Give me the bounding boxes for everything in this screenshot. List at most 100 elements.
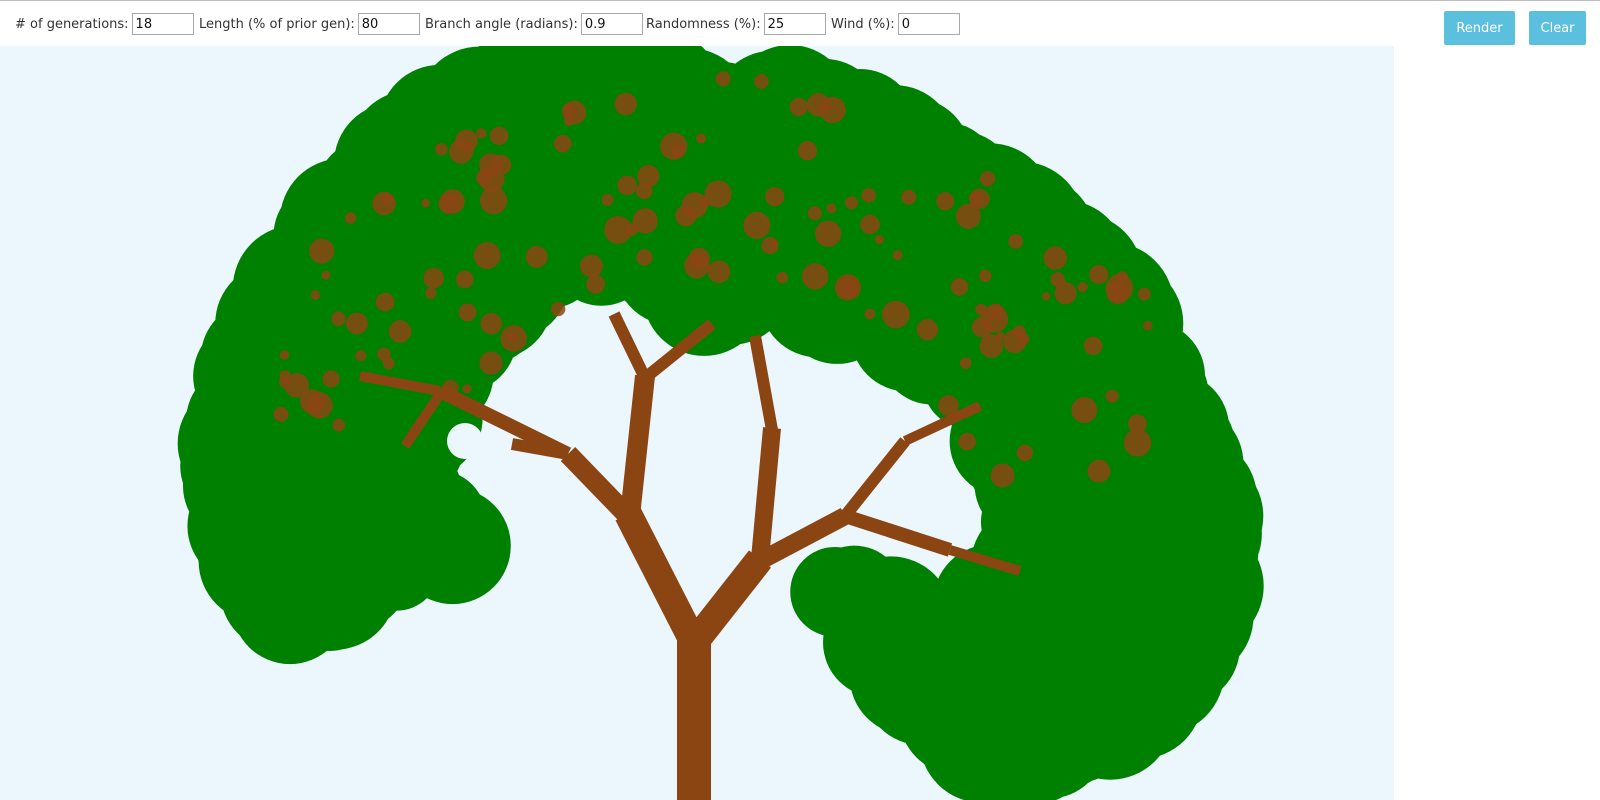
branch-twig <box>743 211 771 240</box>
branch-twig <box>525 245 548 268</box>
branch-twig <box>1012 325 1026 339</box>
wind-label: Wind (%): <box>831 16 895 32</box>
branch-twig <box>844 196 858 210</box>
branch-twig <box>479 153 502 177</box>
branch-twig <box>765 186 785 207</box>
branch-twig <box>321 270 331 280</box>
length-label: Length (% of prior gen): <box>199 16 355 32</box>
randomness-label: Randomness (%): <box>646 16 761 32</box>
branch-twig <box>332 418 346 432</box>
controls-toolbar: # of generations: Length (% of prior gen… <box>0 0 1600 46</box>
branch-twig <box>861 188 876 203</box>
branch-twig <box>425 287 437 299</box>
branch-twig <box>864 308 876 320</box>
branch-twig <box>1008 234 1023 249</box>
branch-twig <box>273 406 289 422</box>
branch-twig <box>421 198 431 208</box>
branch-twig <box>1143 320 1153 331</box>
wind-input[interactable] <box>897 13 960 35</box>
sky-gap <box>447 423 483 459</box>
branch-twig <box>322 370 340 388</box>
clear-button[interactable]: Clear <box>1529 11 1586 45</box>
branch-twig <box>377 347 391 361</box>
branch-twig <box>901 189 917 205</box>
branch-twig <box>826 203 837 214</box>
branch-twig <box>625 223 639 236</box>
branch-twig <box>1071 397 1098 424</box>
angle-input[interactable] <box>580 13 643 35</box>
branch-twig <box>801 263 829 290</box>
branch-twig <box>614 92 638 116</box>
branch-twig <box>1137 287 1151 301</box>
branch-twig <box>601 194 614 206</box>
branch-twig <box>309 238 335 264</box>
generations-input[interactable] <box>131 13 194 35</box>
length-control: Length (% of prior gen): <box>199 11 420 37</box>
branch-twig <box>458 303 477 322</box>
branch-twig <box>936 192 955 211</box>
branch-twig <box>761 237 779 255</box>
wind-control: Wind (%): <box>831 11 960 37</box>
branch-twig <box>688 247 711 270</box>
angle-label: Branch angle (radians): <box>425 16 578 32</box>
branch-twig <box>874 235 884 245</box>
branch-twig <box>1050 272 1066 287</box>
branch-twig <box>789 97 808 117</box>
tree-canvas[interactable] <box>0 46 1394 800</box>
fractal-tree <box>0 46 1394 800</box>
branch-twig <box>617 175 638 196</box>
branch-twig <box>375 292 395 312</box>
branch-twig <box>1087 459 1111 483</box>
branch-twig <box>480 312 502 335</box>
branch-twig <box>797 140 818 161</box>
branch-twig <box>455 129 478 153</box>
branch-twig <box>462 384 472 394</box>
randomness-input[interactable] <box>763 13 826 35</box>
foliage-cluster <box>1115 491 1225 601</box>
branch-twig <box>814 220 842 247</box>
branch-twig <box>310 290 321 300</box>
branch-twig <box>1123 429 1152 457</box>
branch-twig <box>346 312 368 335</box>
branch-twig <box>440 189 465 214</box>
branch-twig <box>500 325 527 352</box>
foliage-cluster <box>325 546 405 626</box>
branch-twig <box>754 74 769 89</box>
branch-twig <box>434 142 448 156</box>
sky-gap <box>598 367 626 395</box>
branch-twig <box>381 193 394 206</box>
branch-twig <box>1089 264 1109 285</box>
generations-label: # of generations: <box>15 16 129 32</box>
branch-twig <box>959 357 972 370</box>
branch-twig <box>696 133 707 144</box>
branch-twig <box>331 311 346 327</box>
generations-control: # of generations: <box>15 11 194 37</box>
branch-twig <box>479 351 503 375</box>
branch-twig <box>279 370 291 382</box>
branch-twig <box>892 250 903 261</box>
branch-twig <box>562 103 576 117</box>
branch-twig <box>1083 336 1103 356</box>
branch-twig <box>476 128 487 139</box>
branch-twig <box>958 432 976 451</box>
branch-twig <box>1105 274 1134 302</box>
branch-twig <box>1016 444 1034 462</box>
branch-twig <box>807 206 822 221</box>
foliage-cluster <box>804 545 904 645</box>
branch-twig <box>553 134 572 153</box>
branch-twig <box>1077 282 1088 293</box>
length-input[interactable] <box>357 13 420 35</box>
branch <box>751 427 781 560</box>
branch-twig <box>980 305 1009 333</box>
render-button[interactable]: Render <box>1444 11 1515 45</box>
branch-twig <box>776 271 789 284</box>
branch-twig <box>979 171 996 187</box>
branch-twig <box>990 463 1015 488</box>
branch-twig <box>455 270 474 289</box>
branch-twig <box>916 318 939 341</box>
branch-twig <box>860 214 880 235</box>
branch-twig <box>806 93 831 117</box>
branch-twig <box>479 187 508 215</box>
branch-twig <box>979 334 1004 358</box>
branch-twig <box>355 350 367 362</box>
